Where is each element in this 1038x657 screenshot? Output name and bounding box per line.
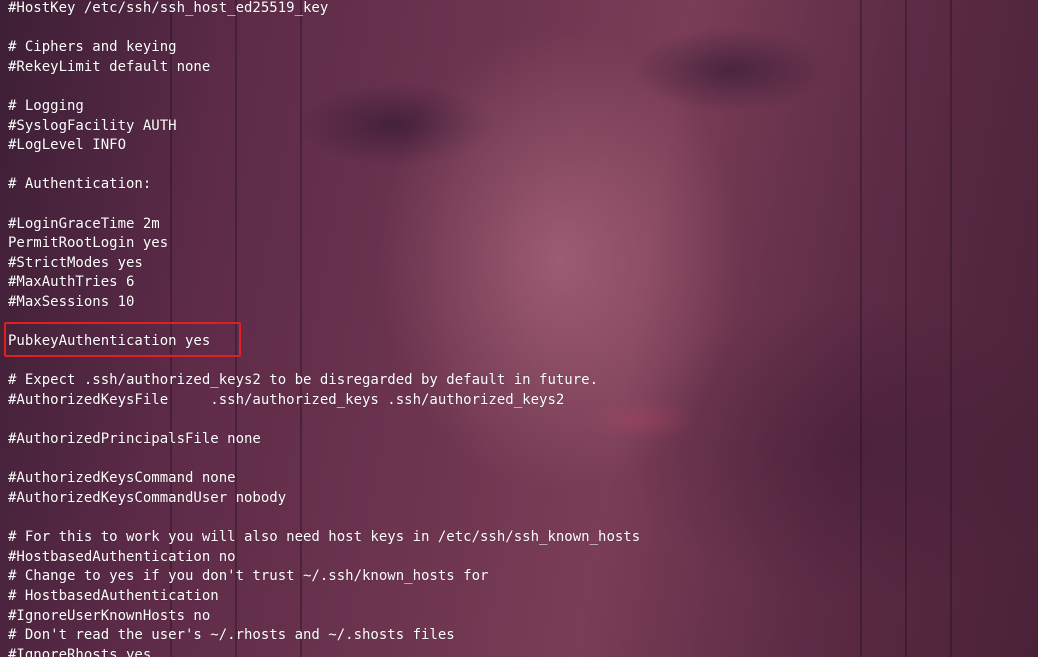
terminal-line: # Logging xyxy=(8,98,84,114)
terminal-line: # Expect .ssh/authorized_keys2 to be dis… xyxy=(8,372,599,389)
terminal-line: #HostKey /etc/ssh/ssh_host_ed25519_key xyxy=(8,0,329,16)
highlight-annotation-box xyxy=(4,322,241,357)
terminal-line: # For this to work you will also need ho… xyxy=(8,529,641,546)
terminal-line: #AuthorizedKeysFile .ssh/authorized_keys… xyxy=(8,392,565,408)
terminal-line: #AuthorizedKeysCommandUser nobody xyxy=(8,490,287,506)
terminal-line: #AuthorizedPrincipalsFile none xyxy=(8,431,261,448)
terminal-line: # HostbasedAuthentication xyxy=(8,588,219,604)
terminal-line: #LogLevel INFO xyxy=(8,137,127,154)
terminal-line: # Change to yes if you don't trust ~/.ss… xyxy=(8,568,489,585)
terminal-line: #StrictModes yes xyxy=(8,254,143,271)
terminal-line: #IgnoreRhosts yes xyxy=(8,646,152,657)
terminal-line: PermitRootLogin yes xyxy=(8,235,169,252)
terminal-line: #RekeyLimit default none xyxy=(8,58,211,75)
terminal-line: #IgnoreUserKnownHosts no xyxy=(8,607,211,624)
terminal-line: #AuthorizedKeysCommand none xyxy=(8,470,236,487)
terminal-line: #HostbasedAuthentication no xyxy=(8,548,236,565)
terminal-line: # Ciphers and keying xyxy=(8,39,177,56)
terminal-line: # Don't read the user's ~/.rhosts and ~/… xyxy=(8,627,455,644)
terminal-line: #SyslogFacility AUTH xyxy=(8,117,177,134)
terminal-line: #LoginGraceTime 2m xyxy=(8,215,160,232)
terminal-line: # Authentication: xyxy=(8,176,152,193)
terminal-line: #MaxAuthTries 6 xyxy=(8,274,135,291)
terminal-line: #MaxSessions 10 xyxy=(8,294,135,310)
